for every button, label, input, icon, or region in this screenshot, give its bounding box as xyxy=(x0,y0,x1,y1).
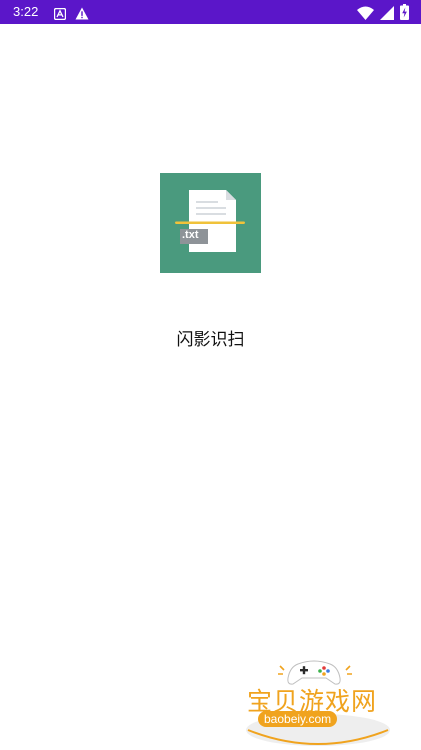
alert-triangle-icon xyxy=(75,5,89,24)
status-left-icons xyxy=(53,5,89,24)
watermark-url: baobeiy.com xyxy=(258,711,338,727)
status-bar: 3:22 xyxy=(0,0,421,24)
app-name: 闪影识扫 xyxy=(176,330,245,350)
cell-signal-icon xyxy=(380,5,394,24)
logo-badge-text: .txt xyxy=(182,229,199,241)
app-logo: .txt xyxy=(160,173,261,273)
font-a-icon xyxy=(53,5,67,24)
splash-screen: 3:22 .txt 闪影识扫 宝贝游戏网 baobeiy.com xyxy=(0,0,421,750)
battery-charging-icon xyxy=(400,4,409,24)
txt-document-scan-icon xyxy=(160,173,261,273)
wifi-icon xyxy=(357,5,374,24)
status-right-icons xyxy=(357,4,409,24)
watermark-logo: 宝贝游戏网 baobeiy.com xyxy=(238,656,398,748)
status-time: 3:22 xyxy=(13,4,39,19)
